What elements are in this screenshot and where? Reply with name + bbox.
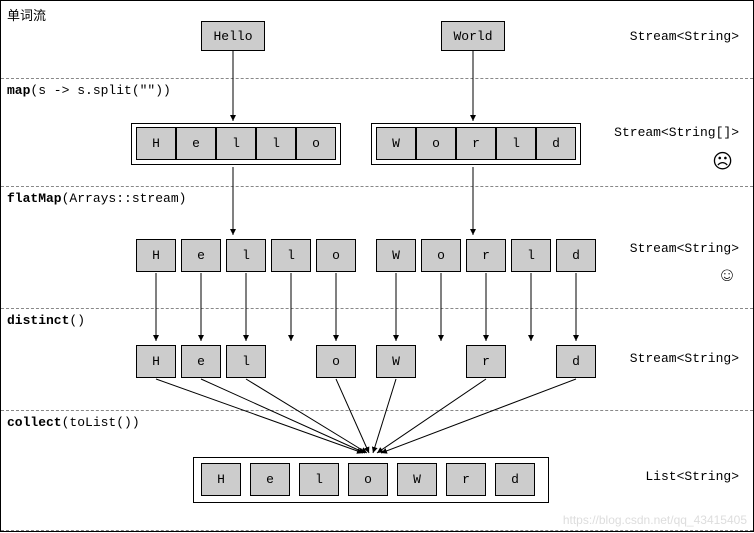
diagram-title: 单词流 bbox=[7, 5, 46, 24]
l-c-2: l bbox=[299, 463, 339, 496]
happy-face-icon: ☺ bbox=[721, 265, 733, 288]
type-collect: List<String> bbox=[645, 469, 739, 484]
watermark: https://blog.csdn.net/qq_43415405 bbox=[563, 513, 747, 527]
fm-c-7: r bbox=[466, 239, 506, 272]
d-c-2: l bbox=[226, 345, 266, 378]
fm-c-9: d bbox=[556, 239, 596, 272]
stage-source: 单词流 Stream<String> bbox=[1, 1, 753, 79]
map-c-6: o bbox=[416, 127, 456, 160]
op-distinct: distinct() bbox=[7, 313, 85, 328]
d-c-5: r bbox=[466, 345, 506, 378]
d-c-0: H bbox=[136, 345, 176, 378]
word-world: World bbox=[441, 21, 505, 51]
map-c-4: o bbox=[296, 127, 336, 160]
type-source: Stream<String> bbox=[630, 29, 739, 44]
map-c-7: r bbox=[456, 127, 496, 160]
map-c-8: l bbox=[496, 127, 536, 160]
d-c-3: o bbox=[316, 345, 356, 378]
fm-c-3: l bbox=[271, 239, 311, 272]
type-distinct: Stream<String> bbox=[630, 351, 739, 366]
type-flatmap: Stream<String> bbox=[630, 241, 739, 256]
fm-c-2: l bbox=[226, 239, 266, 272]
d-c-4: W bbox=[376, 345, 416, 378]
type-map: Stream<String[]> bbox=[614, 125, 739, 140]
fm-c-6: o bbox=[421, 239, 461, 272]
d-c-1: e bbox=[181, 345, 221, 378]
l-c-3: o bbox=[348, 463, 388, 496]
word-hello: Hello bbox=[201, 21, 265, 51]
fm-c-8: l bbox=[511, 239, 551, 272]
l-c-1: e bbox=[250, 463, 290, 496]
fm-c-0: H bbox=[136, 239, 176, 272]
l-c-5: r bbox=[446, 463, 486, 496]
map-c-9: d bbox=[536, 127, 576, 160]
op-map: map(s -> s.split("")) bbox=[7, 83, 171, 98]
map-c-0: H bbox=[136, 127, 176, 160]
map-c-2: l bbox=[216, 127, 256, 160]
map-c-3: l bbox=[256, 127, 296, 160]
fm-c-4: o bbox=[316, 239, 356, 272]
op-flatmap: flatMap(Arrays::stream) bbox=[7, 191, 186, 206]
map-c-1: e bbox=[176, 127, 216, 160]
map-c-5: W bbox=[376, 127, 416, 160]
l-c-4: W bbox=[397, 463, 437, 496]
sad-face-icon: ☹ bbox=[712, 149, 733, 175]
l-c-6: d bbox=[495, 463, 535, 496]
fm-c-1: e bbox=[181, 239, 221, 272]
d-c-6: d bbox=[556, 345, 596, 378]
op-collect: collect(toList()) bbox=[7, 415, 140, 430]
l-c-0: H bbox=[201, 463, 241, 496]
fm-c-5: W bbox=[376, 239, 416, 272]
